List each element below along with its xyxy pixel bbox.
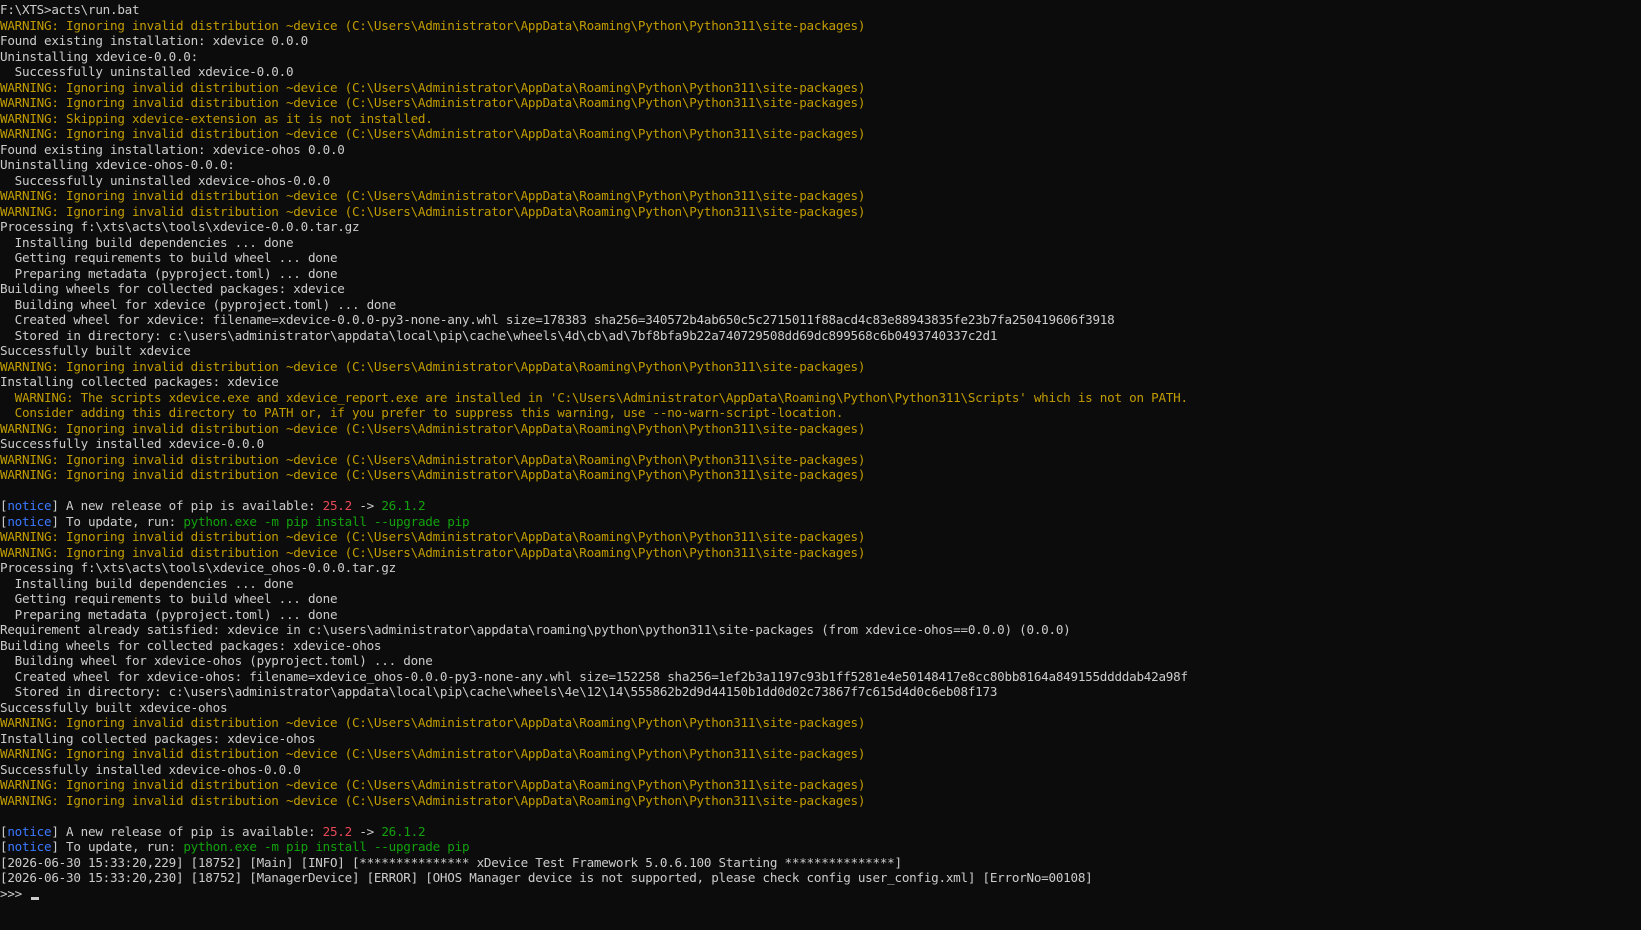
text-cursor	[31, 896, 40, 900]
prompt-symbol: >>>	[0, 885, 30, 901]
output-line: Created wheel for xdevice-ohos: filename…	[0, 668, 1188, 684]
warning-line: WARNING: Ignoring invalid distribution ~…	[0, 544, 866, 560]
output-line: Building wheels for collected packages: …	[0, 637, 382, 653]
output-line: Processing f:\xts\acts\tools\xdevice-0.0…	[0, 219, 360, 234]
output-line: Successfully built xdevice	[0, 343, 191, 358]
warning-line: WARNING: Ignoring invalid distribution ~…	[0, 188, 866, 203]
output-line: Uninstalling xdevice-0.0.0:	[0, 48, 198, 64]
output-line: Building wheel for xdevice-ohos (pyproje…	[0, 653, 433, 668]
notice-tag: notice	[7, 498, 52, 513]
warning-line: WARNING: Ignoring invalid distribution ~…	[0, 203, 866, 219]
output-line: Successfully built xdevice-ohos	[0, 699, 228, 715]
warning-line: WARNING: Ignoring invalid distribution ~…	[0, 746, 866, 761]
output-line: Successfully uninstalled xdevice-0.0.0	[0, 64, 294, 79]
warning-line: WARNING: Ignoring invalid distribution ~…	[0, 792, 866, 808]
warning-line: Consider adding this directory to PATH o…	[0, 405, 844, 420]
output-line: Stored in directory: c:\users\administra…	[0, 327, 998, 343]
output-line: [2026-06-30 15:33:20,230] [18752] [Manag…	[0, 870, 1093, 885]
output-line: Found existing installation: xdevice-oho…	[0, 141, 345, 157]
output-line: Getting requirements to build wheel ... …	[0, 591, 338, 606]
version-arrow: ->	[351, 823, 382, 839]
warning-line: WARNING: Ignoring invalid distribution ~…	[0, 451, 866, 467]
output-line: Getting requirements to build wheel ... …	[0, 250, 338, 265]
warning-line: WARNING: Ignoring invalid distribution ~…	[0, 777, 866, 792]
warning-line: WARNING: Ignoring invalid distribution ~…	[0, 126, 866, 141]
output-line: Stored in directory: c:\users\administra…	[0, 684, 998, 699]
output-line: Successfully uninstalled xdevice-ohos-0.…	[0, 172, 331, 188]
pip-notice-release-line: [notice] A new release of pip is availab…	[0, 498, 426, 513]
output-line: Found existing installation: xdevice 0.0…	[0, 33, 308, 48]
warning-line: WARNING: Ignoring invalid distribution ~…	[0, 420, 866, 436]
warning-line: WARNING: The scripts xdevice.exe and xde…	[0, 389, 1188, 405]
output-line: Installing build dependencies ... done	[0, 234, 294, 250]
notice-tag: notice	[7, 839, 52, 854]
output-line: Processing f:\xts\acts\tools\xdevice_oho…	[0, 560, 396, 575]
output-line: Created wheel for xdevice: filename=xdev…	[0, 312, 1115, 327]
notice-text: To update, run:	[66, 839, 184, 854]
notice-text: A new release of pip is available:	[66, 498, 323, 513]
version-arrow: ->	[351, 498, 382, 513]
warning-line: WARNING: Ignoring invalid distribution ~…	[0, 17, 866, 33]
input-prompt-line[interactable]: >>>	[0, 886, 1641, 902]
output-line: Uninstalling xdevice-ohos-0.0.0:	[0, 157, 235, 172]
pip-notice-update-line: [notice] To update, run: python.exe -m p…	[0, 839, 470, 854]
output-line: Preparing metadata (pyproject.toml) ... …	[0, 265, 338, 281]
output-line: Building wheel for xdevice (pyproject.to…	[0, 296, 397, 312]
warning-line: WARNING: Ignoring invalid distribution ~…	[0, 358, 866, 374]
terminal-window[interactable]: F:\XTS>acts\run.bat WARNING: Ignoring inv…	[0, 0, 1641, 930]
pip-notice-update-line: [notice] To update, run: python.exe -m p…	[0, 513, 470, 529]
new-version: 26.1.2	[381, 823, 426, 839]
output-line: F:\XTS>acts\run.bat	[0, 2, 140, 17]
warning-line: WARNING: Ignoring invalid distribution ~…	[0, 467, 866, 482]
output-line: Installing collected packages: xdevice	[0, 374, 279, 389]
output-line: Requirement already satisfied: xdevice i…	[0, 622, 1071, 637]
old-version: 25.2	[322, 823, 353, 839]
warning-line: WARNING: Ignoring invalid distribution ~…	[0, 95, 866, 110]
output-line: Successfully installed xdevice-0.0.0	[0, 436, 264, 451]
upgrade-command: python.exe -m pip install --upgrade pip	[183, 513, 470, 529]
warning-line: WARNING: Skipping xdevice-extension as i…	[0, 110, 433, 126]
upgrade-command: python.exe -m pip install --upgrade pip	[183, 839, 470, 854]
output-line: Successfully installed xdevice-ohos-0.0.…	[0, 761, 301, 777]
new-version: 26.1.2	[381, 498, 426, 513]
output-line: Installing build dependencies ... done	[0, 575, 294, 591]
output-line: [2026-06-30 15:33:20,229] [18752] [Main]…	[0, 854, 902, 870]
notice-tag: notice	[7, 823, 52, 839]
output-line: Preparing metadata (pyproject.toml) ... …	[0, 606, 338, 622]
notice-text: A new release of pip is available:	[66, 823, 323, 839]
notice-tag: notice	[7, 513, 52, 529]
pip-notice-release-line: [notice] A new release of pip is availab…	[0, 823, 426, 839]
notice-text: To update, run:	[66, 513, 184, 529]
warning-line: WARNING: Ignoring invalid distribution ~…	[0, 529, 866, 544]
old-version: 25.2	[322, 498, 353, 513]
output-line: Installing collected packages: xdevice-o…	[0, 730, 316, 746]
output-line: Building wheels for collected packages: …	[0, 281, 345, 296]
warning-line: WARNING: Ignoring invalid distribution ~…	[0, 715, 866, 730]
warning-line: WARNING: Ignoring invalid distribution ~…	[0, 79, 866, 95]
